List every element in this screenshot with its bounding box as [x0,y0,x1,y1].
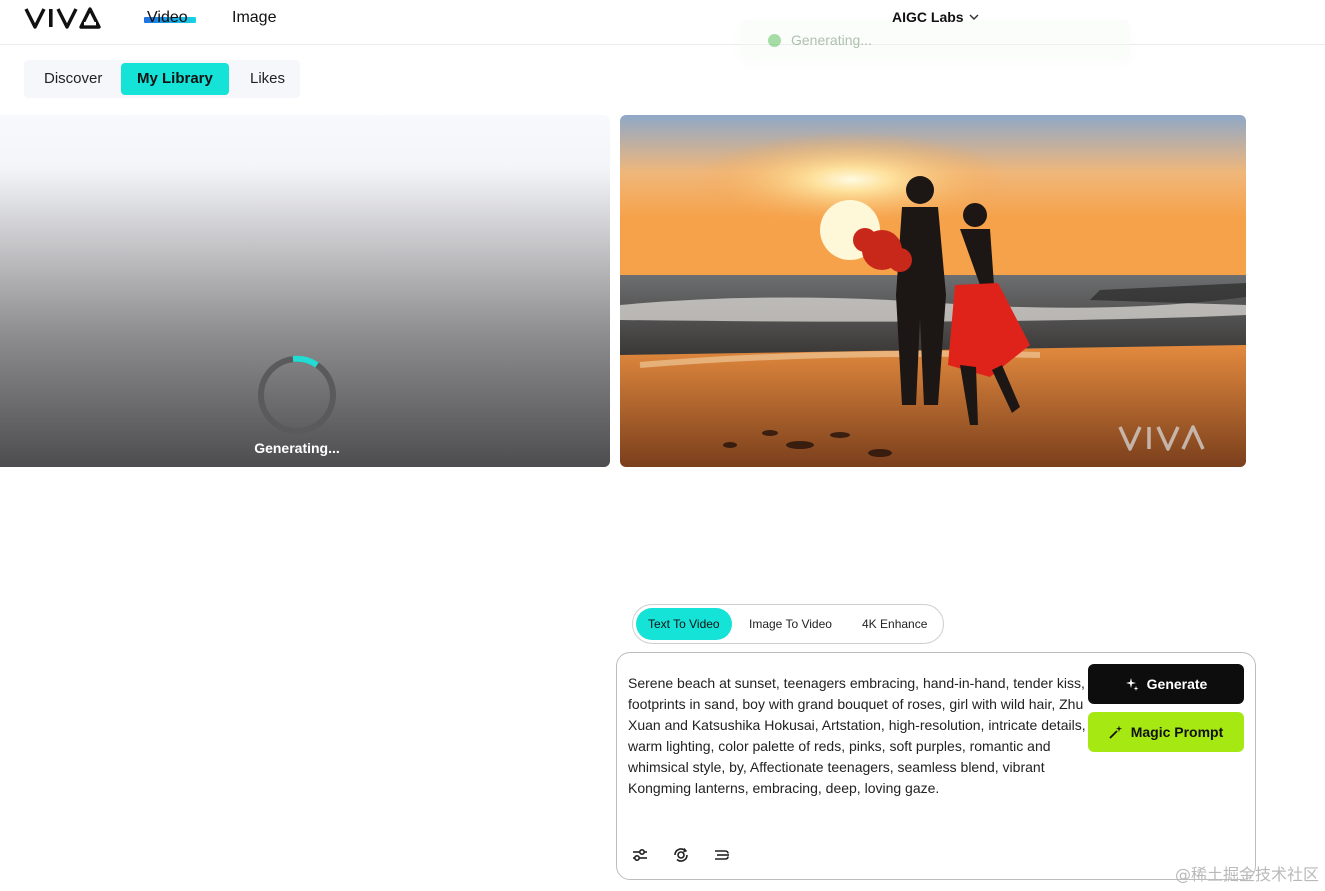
magic-wand-icon [1109,725,1122,739]
generation-mode-tabs: Text To Video Image To Video 4K Enhance [632,604,944,644]
nav-video-label: Video [147,9,188,26]
tab-text-to-video[interactable]: Text To Video [636,608,732,640]
generate-label: Generate [1146,676,1208,692]
generating-toast: Generating... [740,20,1130,60]
library-tabs: Discover My Library Likes [24,60,300,98]
loading-spinner-icon [258,355,336,434]
tab-4k-enhance[interactable]: 4K Enhance [850,608,939,640]
chevron-down-icon [969,14,979,21]
magic-prompt-label: Magic Prompt [1130,724,1224,740]
video-card[interactable] [620,115,1246,467]
generating-card: Generating... [0,115,610,467]
sparkle-icon [1125,678,1139,691]
settings-sliders-icon[interactable] [631,846,649,864]
prompt-panel: Serene beach at sunset, teenagers embrac… [616,652,1256,880]
tab-image-to-video[interactable]: Image To Video [737,608,844,640]
toast-message: Generating... [791,32,872,48]
tab-discover[interactable]: Discover [28,63,118,95]
magic-prompt-button[interactable]: Magic Prompt [1088,712,1244,752]
viva-logo[interactable] [24,6,110,30]
org-name: AIGC Labs [892,9,964,25]
nav-video[interactable]: Video [144,9,196,27]
tab-likes[interactable]: Likes [234,63,301,95]
org-selector[interactable]: AIGC Labs [892,9,980,25]
generating-label: Generating... [254,440,340,456]
page-watermark: @稀土掘金技术社区 [1174,865,1319,884]
video-thumbnail [620,115,1246,467]
motion-icon[interactable] [713,846,731,864]
nav-image[interactable]: Image [232,9,276,27]
top-header: Video Image Generating... AIGC Labs [0,0,1325,60]
prompt-input[interactable]: Serene beach at sunset, teenagers embrac… [628,673,1088,799]
tab-my-library[interactable]: My Library [121,63,229,95]
check-icon [768,33,781,47]
camera-rotate-icon[interactable] [672,846,690,864]
generate-button[interactable]: Generate [1088,664,1244,704]
